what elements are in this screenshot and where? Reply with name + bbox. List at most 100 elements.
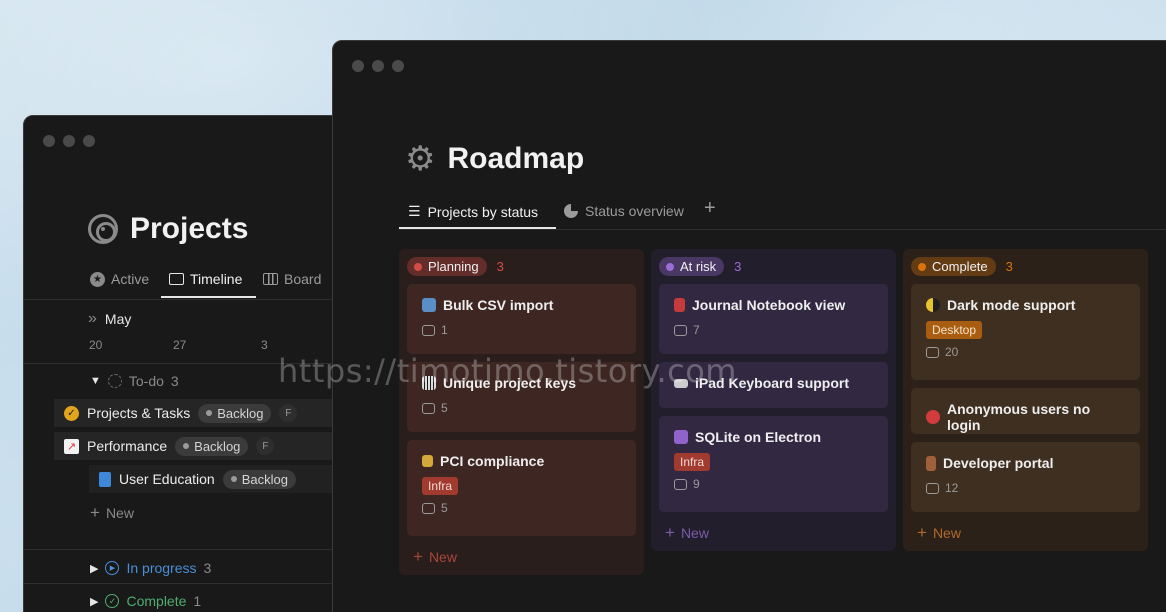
pie-chart-icon bbox=[564, 204, 578, 218]
comment-icon bbox=[674, 478, 687, 490]
status-badge[interactable]: Complete bbox=[911, 257, 996, 276]
board-card[interactable]: Journal Notebook view 7 bbox=[659, 284, 888, 354]
zoom-dot[interactable] bbox=[83, 135, 95, 147]
close-dot[interactable] bbox=[352, 60, 364, 72]
timeline-row[interactable]: ↗ Performance Backlog F bbox=[54, 432, 362, 460]
divider bbox=[24, 363, 362, 364]
minimize-dot[interactable] bbox=[63, 135, 75, 147]
moon-icon bbox=[926, 298, 940, 312]
comment-icon bbox=[422, 324, 435, 336]
group-in-progress[interactable]: ▶ ▶ In progress 3 bbox=[90, 560, 211, 576]
card-title: Anonymous users no login bbox=[947, 401, 1091, 433]
caret-down-icon: ▼ bbox=[90, 375, 101, 387]
timeline-day: 20 bbox=[89, 338, 103, 352]
timeline-day: 27 bbox=[173, 338, 187, 352]
status-dot bbox=[414, 262, 422, 271]
board-column-at-risk: At risk 3 Journal Notebook view 7 iPad K… bbox=[651, 249, 896, 551]
status-dot bbox=[666, 262, 674, 271]
board-column-complete: Complete 3 Dark mode support Desktop 20 … bbox=[903, 249, 1148, 551]
status-badge: Backlog bbox=[198, 403, 272, 423]
check-circle-icon: ✓ bbox=[105, 594, 120, 608]
board-card[interactable]: Bulk CSV import 1 bbox=[407, 284, 636, 354]
zoom-dot[interactable] bbox=[392, 60, 404, 72]
add-card-button[interactable]: + New bbox=[665, 523, 709, 543]
status-badge: Backlog bbox=[222, 469, 296, 489]
comment-count: 5 bbox=[422, 401, 621, 415]
add-card-button[interactable]: + New bbox=[413, 547, 457, 567]
board-card[interactable]: iPad Keyboard support bbox=[659, 362, 888, 408]
card-title: PCI compliance bbox=[440, 453, 545, 469]
timeline-row[interactable]: ✓ Projects & Tasks Backlog F bbox=[54, 399, 362, 427]
projects-window: Projects ★ Active Timeline Board » May 2… bbox=[23, 115, 363, 612]
window-controls[interactable] bbox=[352, 60, 404, 72]
tag-chip: Infra bbox=[674, 453, 711, 471]
card-title: Unique project keys bbox=[443, 375, 577, 391]
add-view-button[interactable]: + bbox=[704, 197, 716, 220]
timeline-day: 3 bbox=[261, 338, 268, 352]
avatar: F bbox=[279, 404, 298, 422]
comment-count: 1 bbox=[422, 323, 621, 337]
page-title-text: Roadmap bbox=[447, 142, 585, 175]
column-header: At risk 3 bbox=[659, 257, 741, 276]
book-icon bbox=[99, 471, 111, 487]
expand-icon[interactable]: » bbox=[88, 310, 97, 328]
star-icon: ★ bbox=[90, 271, 105, 287]
tab-timeline[interactable]: Timeline bbox=[169, 271, 242, 287]
play-circle-icon: ▶ bbox=[105, 561, 120, 575]
book-icon bbox=[674, 298, 685, 312]
timeline-row[interactable]: User Education Backlog bbox=[89, 465, 362, 493]
group-complete[interactable]: ▶ ✓ Complete 1 bbox=[90, 593, 201, 609]
tab-projects-by-status[interactable]: ☰ Projects by status bbox=[408, 203, 538, 220]
column-header: Complete 3 bbox=[911, 257, 1013, 276]
close-dot[interactable] bbox=[43, 135, 55, 147]
status-badge[interactable]: Planning bbox=[407, 257, 487, 276]
plus-icon: + bbox=[917, 523, 927, 542]
comment-count: 5 bbox=[422, 501, 621, 515]
status-badge[interactable]: At risk bbox=[659, 257, 725, 276]
window-controls[interactable] bbox=[43, 135, 95, 147]
tab-board[interactable]: Board bbox=[263, 271, 321, 287]
new-item-button[interactable]: + New bbox=[90, 503, 134, 523]
active-tab-indicator bbox=[161, 296, 256, 298]
chart-up-icon: ↗ bbox=[64, 438, 79, 454]
plus-icon: + bbox=[665, 523, 675, 542]
gear-icon: ⚙ bbox=[405, 140, 436, 178]
board-card[interactable]: PCI compliance Infra 5 bbox=[407, 440, 636, 536]
caret-right-icon: ▶ bbox=[90, 595, 99, 608]
comment-icon bbox=[422, 502, 435, 514]
target-icon bbox=[88, 214, 118, 244]
keyboard-icon bbox=[674, 378, 688, 388]
comment-icon bbox=[422, 402, 435, 414]
board-card[interactable]: Developer portal 12 bbox=[911, 442, 1140, 512]
card-title: SQLite on Electron bbox=[695, 429, 822, 445]
atom-icon bbox=[674, 430, 688, 444]
column-header: Planning 3 bbox=[407, 257, 504, 276]
board-card[interactable]: SQLite on Electron Infra 9 bbox=[659, 416, 888, 512]
divider bbox=[24, 549, 362, 550]
tag-chip: Desktop bbox=[926, 321, 983, 339]
lock-icon bbox=[422, 455, 433, 467]
sync-icon bbox=[422, 298, 436, 312]
add-card-button[interactable]: + New bbox=[917, 523, 961, 543]
card-title: Developer portal bbox=[943, 455, 1054, 471]
column-count: 3 bbox=[496, 259, 504, 274]
list-icon: ☰ bbox=[408, 203, 421, 219]
door-icon bbox=[926, 455, 936, 471]
page-title-text: Projects bbox=[130, 212, 249, 245]
divider bbox=[24, 583, 362, 584]
board-card[interactable]: Unique project keys 5 bbox=[407, 362, 636, 432]
timeline-icon bbox=[169, 273, 184, 285]
status-dot bbox=[918, 262, 926, 271]
group-todo[interactable]: ▼ To-do 3 bbox=[90, 373, 179, 389]
minimize-dot[interactable] bbox=[372, 60, 384, 72]
board-column-planning: Planning 3 Bulk CSV import 1 Unique proj… bbox=[399, 249, 644, 575]
comment-icon bbox=[926, 346, 939, 358]
card-title: Journal Notebook view bbox=[692, 297, 846, 313]
caret-right-icon: ▶ bbox=[90, 562, 99, 575]
tab-status-overview[interactable]: Status overview bbox=[564, 203, 684, 219]
tab-active[interactable]: ★ Active bbox=[90, 271, 149, 287]
board-card[interactable]: Anonymous users no login bbox=[911, 388, 1140, 434]
board-icon bbox=[263, 273, 278, 285]
board-card[interactable]: Dark mode support Desktop 20 bbox=[911, 284, 1140, 380]
comment-count: 9 bbox=[674, 477, 873, 491]
